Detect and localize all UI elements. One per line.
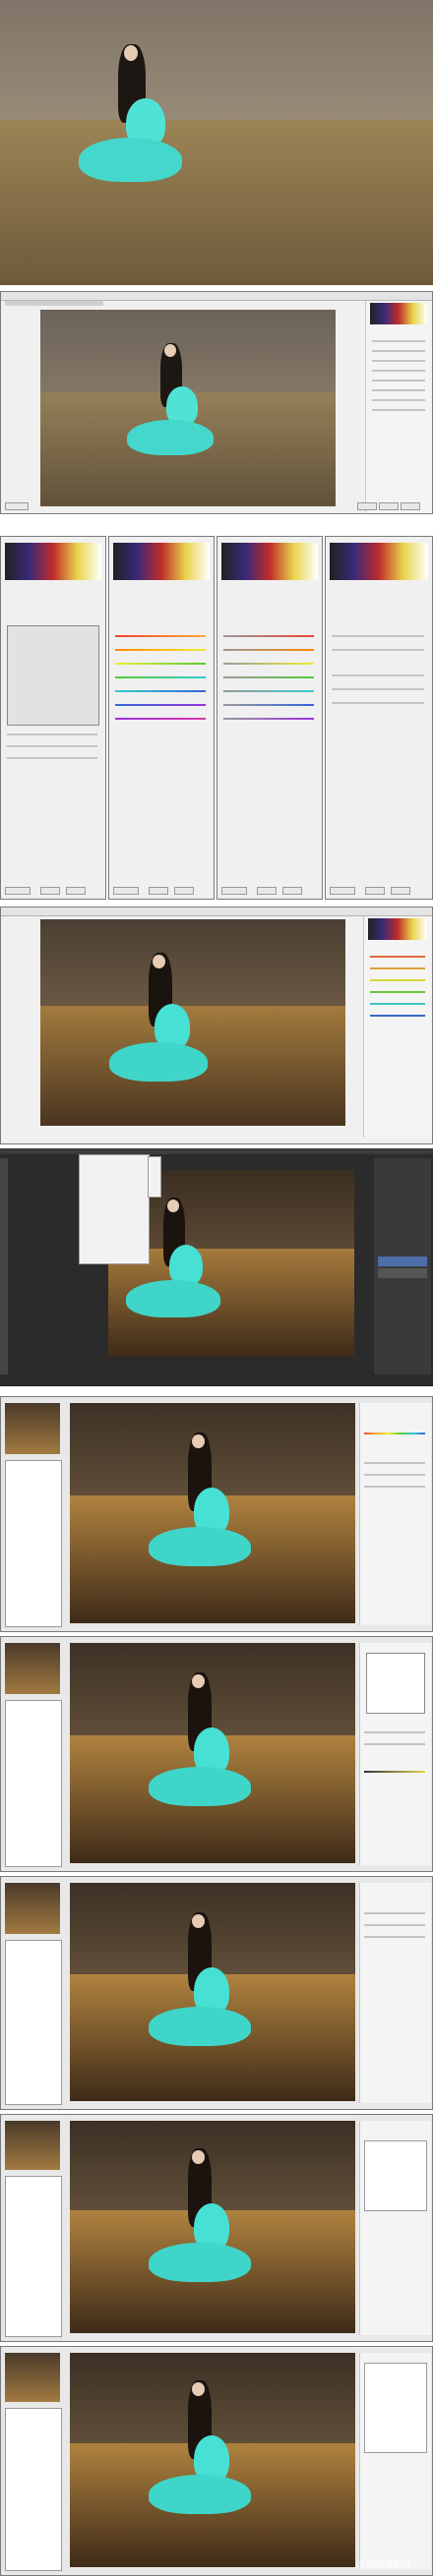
hsl-saturation-panel [216, 536, 323, 900]
adjustments-submenu[interactable] [148, 1156, 161, 1198]
thumbnail [5, 1883, 60, 1934]
curve-graph[interactable] [366, 1653, 425, 1714]
open-button[interactable] [357, 502, 377, 510]
layers-panel [374, 1158, 431, 1375]
color-efex-window-3 [0, 1876, 433, 2110]
tone-curve-panel [0, 536, 106, 900]
camera-raw-window-1 [0, 291, 433, 514]
watermark: @ 图虫摄影网 [355, 2560, 411, 2570]
tools-panel [0, 1158, 8, 1375]
color-efex-window-4 [0, 2114, 433, 2342]
menu-bar [0, 1148, 433, 1154]
camera-raw-window-2 [0, 907, 433, 1144]
preview-image [70, 1403, 355, 1623]
filter-list[interactable] [5, 1700, 62, 1867]
preview-image [70, 1643, 355, 1863]
preview-image [70, 2121, 355, 2333]
preview-image [40, 919, 345, 1126]
preview-image [70, 1883, 355, 2101]
filter-list[interactable] [5, 1940, 62, 2105]
hsl-hue-panel [108, 536, 215, 900]
photoshop-image-menu [0, 1148, 433, 1386]
dropdown-list[interactable] [364, 2140, 427, 2211]
dropdown-list[interactable] [364, 2363, 427, 2453]
thumbnail [5, 2121, 60, 2170]
cancel-button[interactable] [379, 502, 399, 510]
image-menu-dropdown[interactable] [79, 1154, 150, 1264]
color-efex-window-1 [0, 1396, 433, 1632]
title-bar [1, 292, 432, 301]
original-photo [0, 0, 433, 285]
split-toning-panel [325, 536, 433, 900]
thumbnail [5, 1403, 60, 1454]
filter-list[interactable] [5, 1460, 62, 1627]
save-image-button[interactable] [5, 502, 29, 510]
color-efex-window-5: @ 图虫摄影网 [0, 2346, 433, 2576]
preview-image [40, 310, 336, 506]
color-efex-window-2 [0, 1636, 433, 1872]
thumbnail [5, 1643, 60, 1694]
thumbnail [5, 2353, 60, 2402]
curve-graph[interactable] [7, 625, 99, 726]
histogram [370, 303, 427, 324]
adjust-panel [365, 301, 431, 512]
filter-list[interactable] [5, 2408, 62, 2571]
filter-list[interactable] [5, 2176, 62, 2337]
done-button[interactable] [401, 502, 420, 510]
toolbar [5, 301, 103, 306]
camera-raw-hsl-tabs [0, 536, 433, 900]
preview-image [70, 2353, 355, 2567]
